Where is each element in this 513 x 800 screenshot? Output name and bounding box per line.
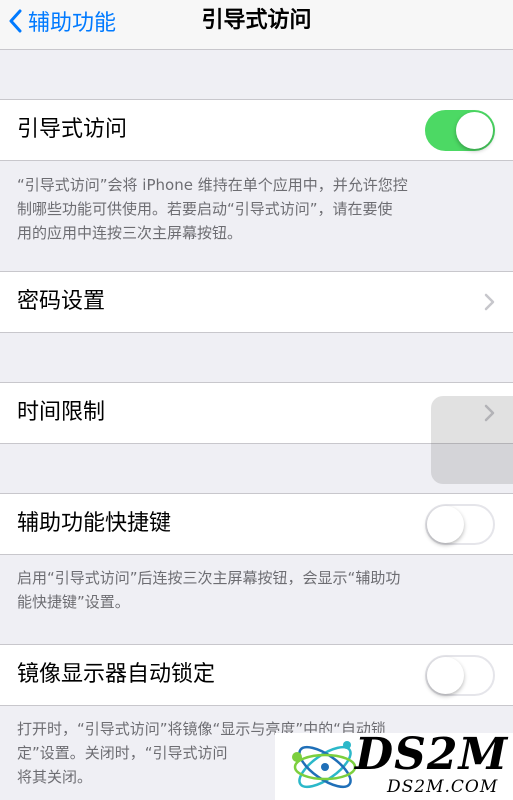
passcode-settings-label: 密码设置 — [17, 289, 106, 314]
guided-access-footer: “引导式访问”会将 iPhone 维持在单个应用中，并允许您控 制哪些功能可供使… — [17, 173, 501, 245]
guided-access-toggle[interactable] — [425, 110, 495, 151]
mirror-display-auto-lock-label: 镜像显示器自动锁定 — [17, 662, 216, 687]
footer-line: 制哪些功能可供使用。若要启动“引导式访问”，请在要使 — [17, 200, 393, 218]
footer-line: “引导式访问”会将 iPhone 维持在单个应用中，并允许您控 — [17, 176, 408, 194]
accessibility-shortcut-row: 辅助功能快捷键 — [0, 493, 513, 555]
footer-line: 用的应用中连按三次主屏幕按钮。 — [17, 224, 243, 242]
footer-line: 启用“引导式访问”后连按三次主屏幕按钮，会显示“辅助功 — [17, 569, 401, 587]
toggle-knob — [427, 657, 464, 694]
toggle-knob — [427, 506, 464, 543]
accessibility-shortcut-toggle[interactable] — [425, 504, 495, 545]
time-limits-label: 时间限制 — [17, 400, 106, 425]
watermark-logo: DS2M DS2M.COM — [275, 729, 513, 800]
guided-access-label: 引导式访问 — [17, 117, 128, 142]
toggle-knob — [456, 112, 493, 149]
assistive-touch-button[interactable] — [431, 396, 513, 484]
mirror-display-auto-lock-row: 镜像显示器自动锁定 — [0, 644, 513, 706]
watermark-logo-text: DS2M — [355, 729, 509, 780]
guided-access-row: 引导式访问 — [0, 99, 513, 161]
navigation-bar: 辅助功能 引导式访问 — [0, 0, 513, 50]
footer-line: 能快捷键”设置。 — [17, 593, 130, 611]
page-title: 引导式访问 — [201, 8, 312, 33]
mirror-display-auto-lock-toggle[interactable] — [425, 655, 495, 696]
accessibility-shortcut-footer: 启用“引导式访问”后连按三次主屏幕按钮，会显示“辅助功 能快捷键”设置。 — [17, 566, 501, 614]
watermark-url-text: DS2M.COM — [387, 777, 499, 797]
passcode-settings-row[interactable]: 密码设置 — [0, 271, 513, 333]
accessibility-shortcut-label: 辅助功能快捷键 — [17, 511, 172, 536]
chevron-right-icon — [484, 293, 495, 311]
